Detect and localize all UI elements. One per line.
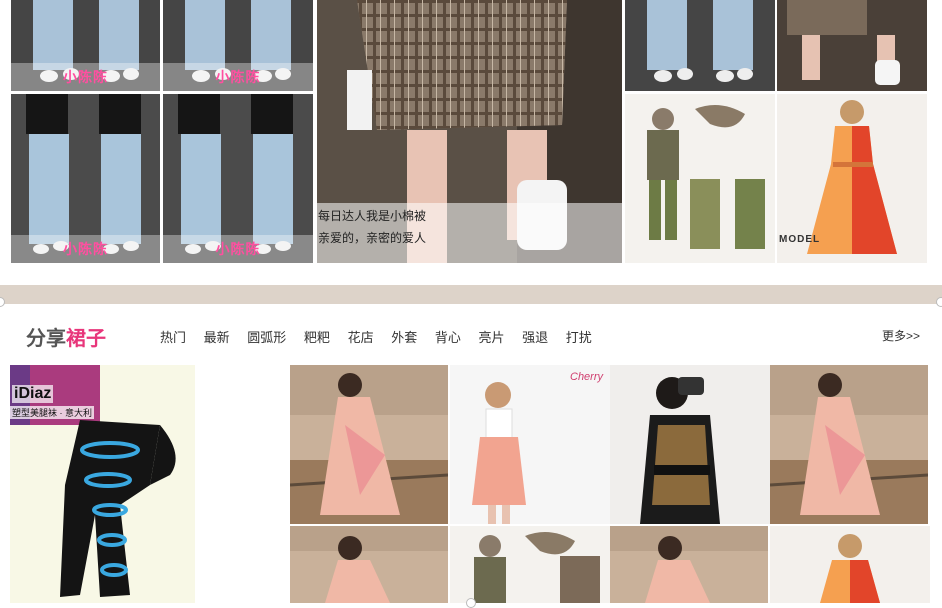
model-tag: MODEL bbox=[779, 234, 821, 245]
product-photo-jeans-4[interactable]: 小陈陈 bbox=[163, 94, 313, 263]
watermark: 小陈陈 bbox=[163, 235, 313, 263]
watermark: 小陈陈 bbox=[11, 63, 160, 91]
section-divider bbox=[0, 285, 942, 304]
tab-hot[interactable]: 热门 bbox=[160, 330, 186, 345]
product-photo-khaki-outfit[interactable] bbox=[625, 94, 775, 263]
product-photo-floral-dress-4[interactable] bbox=[610, 526, 768, 603]
ad-photo-leggings[interactable]: iDiaz 塑型美腿袜 · 意大利 bbox=[10, 365, 195, 603]
product-photo-jeans-3[interactable]: 小陈陈 bbox=[11, 94, 160, 263]
product-photo-jeans-1[interactable]: 小陈陈 bbox=[11, 0, 160, 91]
product-photo-floral-dress-2[interactable] bbox=[770, 365, 928, 524]
product-photo-khaki-outfit-2[interactable] bbox=[450, 526, 610, 603]
tab-round-arc[interactable]: 圆弧形 bbox=[247, 330, 286, 345]
featured-photo-plaid-shorts[interactable]: 每日达人我是小棉被 亲爱的，亲密的爱人 bbox=[317, 0, 622, 263]
category-tabs: 热门 最新 圆弧形 粑粑 花店 外套 背心 亮片 强退 打扰 bbox=[160, 327, 606, 346]
divider-dot-left bbox=[0, 297, 5, 307]
product-photo-leopard-top[interactable] bbox=[610, 365, 770, 524]
brand-tag: Cherry bbox=[570, 371, 604, 383]
product-photo-plaid-small[interactable] bbox=[777, 0, 927, 91]
tab-strong-retreat[interactable]: 强退 bbox=[522, 330, 548, 345]
caption-line-1: 每日达人我是小棉被 bbox=[318, 209, 427, 223]
tab-disturb[interactable]: 打扰 bbox=[566, 330, 592, 345]
section-title-highlight: 裙子 bbox=[66, 328, 106, 350]
tab-vest[interactable]: 背心 bbox=[435, 330, 461, 345]
section-title: 分享裙子 bbox=[26, 322, 106, 351]
more-link[interactable]: 更多>> bbox=[882, 327, 920, 344]
tab-baba[interactable]: 粑粑 bbox=[304, 330, 330, 345]
caption-line-2: 亲爱的，亲密的爱人 bbox=[318, 231, 427, 245]
ad-brand: iDiaz bbox=[12, 385, 54, 403]
product-photo-pink-dress[interactable]: Cherry bbox=[450, 365, 610, 524]
product-photo-orange-dress[interactable]: MODEL bbox=[777, 94, 927, 263]
product-photo-jeans-5[interactable] bbox=[625, 0, 775, 91]
featured-caption: 每日达人我是小棉被 亲爱的，亲密的爱人 bbox=[317, 203, 622, 263]
product-photo-jeans-2[interactable]: 小陈陈 bbox=[163, 0, 313, 91]
product-photo-orange-dress-2[interactable] bbox=[770, 526, 930, 603]
tab-flower-shop[interactable]: 花店 bbox=[348, 330, 374, 345]
watermark: 小陈陈 bbox=[11, 235, 160, 263]
scroll-dot-left bbox=[466, 598, 476, 608]
ad-slogan: 塑型美腿袜 · 意大利 bbox=[10, 406, 94, 419]
tab-newest[interactable]: 最新 bbox=[204, 330, 230, 345]
watermark: 小陈陈 bbox=[163, 63, 313, 91]
product-photo-floral-dress-3[interactable] bbox=[290, 526, 448, 603]
divider-dot-right bbox=[936, 297, 942, 307]
tab-sequin[interactable]: 亮片 bbox=[478, 330, 504, 345]
tab-coat[interactable]: 外套 bbox=[391, 330, 417, 345]
section-title-prefix: 分享 bbox=[26, 328, 66, 350]
product-photo-floral-dress-1[interactable] bbox=[290, 365, 448, 524]
